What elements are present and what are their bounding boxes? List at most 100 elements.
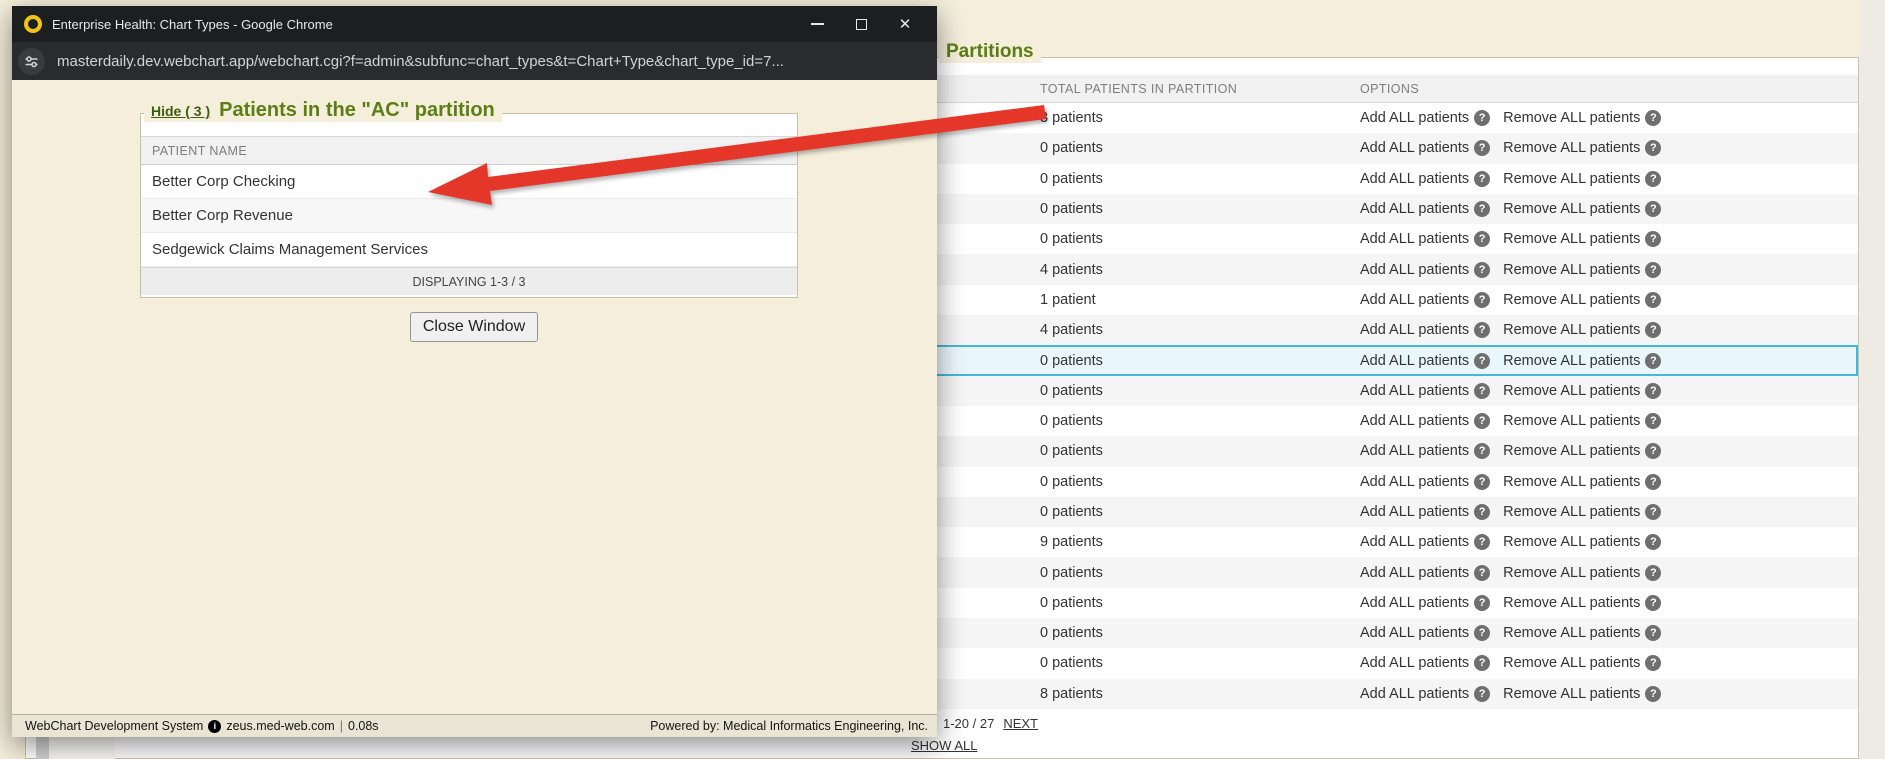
help-icon[interactable]: ? (1474, 322, 1491, 339)
help-icon[interactable]: ? (1474, 170, 1491, 187)
remove-all-patients-link[interactable]: Remove ALL patients (1503, 262, 1640, 278)
background-gutter-strip (49, 737, 115, 759)
add-all-patients-link[interactable]: Add ALL patients (1360, 110, 1469, 126)
partition-options: Add ALL patients? Remove ALL patients? (1360, 655, 1662, 672)
add-all-patients-link[interactable]: Add ALL patients (1360, 322, 1469, 338)
help-icon[interactable]: ? (1645, 140, 1662, 157)
pagination-next-link[interactable]: NEXT (1003, 716, 1038, 731)
help-icon[interactable]: ? (1645, 625, 1662, 642)
add-all-patients-link[interactable]: Add ALL patients (1360, 595, 1469, 611)
background-scrollbar-strip[interactable] (36, 737, 49, 759)
help-icon[interactable]: ? (1474, 413, 1491, 430)
minimize-button[interactable] (795, 6, 839, 42)
close-window-button[interactable]: ✕ (883, 6, 927, 42)
address-bar-url[interactable]: masterdaily.dev.webchart.app/webchart.cg… (57, 53, 784, 70)
help-icon[interactable]: ? (1645, 201, 1662, 218)
partition-options: Add ALL patients? Remove ALL patients? (1360, 594, 1662, 611)
help-icon[interactable]: ? (1474, 473, 1491, 490)
add-all-patients-link[interactable]: Add ALL patients (1360, 140, 1469, 156)
remove-all-patients-link[interactable]: Remove ALL patients (1503, 383, 1640, 399)
help-icon[interactable]: ? (1645, 534, 1662, 551)
help-icon[interactable]: ? (1474, 534, 1491, 551)
help-icon[interactable]: ? (1474, 261, 1491, 278)
help-icon[interactable]: ? (1645, 261, 1662, 278)
remove-all-patients-link[interactable]: Remove ALL patients (1503, 140, 1640, 156)
remove-all-patients-link[interactable]: Remove ALL patients (1503, 655, 1640, 671)
help-icon[interactable]: ? (1474, 594, 1491, 611)
remove-all-patients-link[interactable]: Remove ALL patients (1503, 504, 1640, 520)
remove-all-patients-link[interactable]: Remove ALL patients (1503, 595, 1640, 611)
help-icon[interactable]: ? (1645, 110, 1662, 127)
add-all-patients-link[interactable]: Add ALL patients (1360, 655, 1469, 671)
add-all-patients-link[interactable]: Add ALL patients (1360, 565, 1469, 581)
add-all-patients-link[interactable]: Add ALL patients (1360, 353, 1469, 369)
help-icon[interactable]: ? (1474, 625, 1491, 642)
add-all-patients-link[interactable]: Add ALL patients (1360, 262, 1469, 278)
add-all-patients-link[interactable]: Add ALL patients (1360, 474, 1469, 490)
remove-all-patients-link[interactable]: Remove ALL patients (1503, 474, 1640, 490)
help-icon[interactable]: ? (1645, 443, 1662, 460)
help-icon[interactable]: ? (1645, 352, 1662, 369)
remove-all-patients-link[interactable]: Remove ALL patients (1503, 292, 1640, 308)
remove-all-patients-link[interactable]: Remove ALL patients (1503, 625, 1640, 641)
add-all-patients-link[interactable]: Add ALL patients (1360, 413, 1469, 429)
help-icon[interactable]: ? (1645, 685, 1662, 702)
help-icon[interactable]: ? (1645, 382, 1662, 399)
help-icon[interactable]: ? (1474, 382, 1491, 399)
add-all-patients-link[interactable]: Add ALL patients (1360, 534, 1469, 550)
remove-all-patients-link[interactable]: Remove ALL patients (1503, 322, 1640, 338)
help-icon[interactable]: ? (1474, 352, 1491, 369)
add-all-patients-link[interactable]: Add ALL patients (1360, 231, 1469, 247)
help-icon[interactable]: ? (1474, 504, 1491, 520)
add-all-pair: Add ALL patients? (1360, 473, 1491, 490)
remove-all-patients-link[interactable]: Remove ALL patients (1503, 110, 1640, 126)
help-icon[interactable]: ? (1645, 322, 1662, 339)
remove-all-patients-link[interactable]: Remove ALL patients (1503, 443, 1640, 459)
add-all-patients-link[interactable]: Add ALL patients (1360, 686, 1469, 702)
help-icon[interactable]: ? (1474, 291, 1491, 308)
remove-all-patients-link[interactable]: Remove ALL patients (1503, 231, 1640, 247)
add-all-patients-link[interactable]: Add ALL patients (1360, 504, 1469, 520)
add-all-patients-link[interactable]: Add ALL patients (1360, 201, 1469, 217)
help-icon[interactable]: ? (1645, 594, 1662, 611)
help-icon[interactable]: ? (1474, 201, 1491, 218)
help-icon[interactable]: ? (1474, 140, 1491, 157)
help-icon[interactable]: ? (1645, 413, 1662, 430)
remove-all-patients-link[interactable]: Remove ALL patients (1503, 534, 1640, 550)
help-icon[interactable]: ? (1645, 655, 1662, 672)
remove-all-patients-link[interactable]: Remove ALL patients (1503, 413, 1640, 429)
add-all-patients-link[interactable]: Add ALL patients (1360, 292, 1469, 308)
help-icon[interactable]: ? (1645, 473, 1662, 490)
add-all-patients-link[interactable]: Add ALL patients (1360, 383, 1469, 399)
help-icon[interactable]: ? (1645, 504, 1662, 520)
partition-options: Add ALL patients? Remove ALL patients? (1360, 140, 1662, 157)
add-all-patients-link[interactable]: Add ALL patients (1360, 625, 1469, 641)
remove-all-patients-link[interactable]: Remove ALL patients (1503, 686, 1640, 702)
help-icon[interactable]: ? (1474, 110, 1491, 127)
help-icon[interactable]: ? (1474, 443, 1491, 460)
remove-all-patients-link[interactable]: Remove ALL patients (1503, 565, 1640, 581)
add-all-patients-link[interactable]: Add ALL patients (1360, 171, 1469, 187)
help-icon[interactable]: ? (1474, 655, 1491, 672)
remove-all-pair: Remove ALL patients? (1503, 685, 1662, 702)
help-icon[interactable]: ? (1474, 564, 1491, 581)
remove-all-pair: Remove ALL patients? (1503, 261, 1662, 278)
remove-all-patients-link[interactable]: Remove ALL patients (1503, 201, 1640, 217)
help-icon[interactable]: ? (1645, 291, 1662, 308)
help-icon[interactable]: ? (1645, 231, 1662, 248)
column-header-total-patients: TOTAL PATIENTS IN PARTITION (1040, 82, 1238, 96)
hide-link[interactable]: Hide ( 3 ) (151, 103, 210, 119)
help-icon[interactable]: ? (1474, 685, 1491, 702)
help-icon[interactable]: ? (1474, 231, 1491, 248)
remove-all-patients-link[interactable]: Remove ALL patients (1503, 171, 1640, 187)
show-all-link[interactable]: SHOW ALL (911, 738, 977, 753)
maximize-button[interactable] (839, 6, 883, 42)
close-window-form-button[interactable]: Close Window (410, 312, 538, 342)
site-settings-icon[interactable] (18, 47, 45, 75)
add-all-patients-link[interactable]: Add ALL patients (1360, 443, 1469, 459)
maximize-icon (855, 18, 867, 30)
help-icon[interactable]: ? (1645, 170, 1662, 187)
patient-row: Better Corp Checking (141, 165, 797, 199)
remove-all-patients-link[interactable]: Remove ALL patients (1503, 353, 1640, 369)
help-icon[interactable]: ? (1645, 564, 1662, 581)
